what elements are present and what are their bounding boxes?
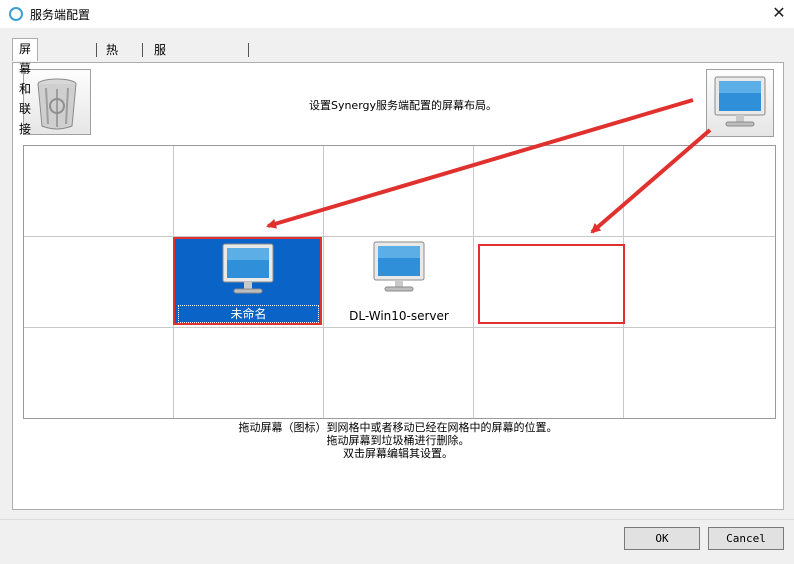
trash-button[interactable]: [23, 69, 91, 135]
instruction-line: 拖动屏幕到垃圾桶进行删除。: [326, 434, 470, 447]
instruction-line: 双击屏幕编辑其设置。: [343, 447, 453, 460]
trash-bin-icon: [37, 78, 77, 130]
screen-name-label: 未命名: [178, 305, 319, 323]
tab-panel: 设置Synergy服务端配置的屏幕布局。 未命名 DL-Win10-server…: [12, 62, 784, 510]
tab-separator: [96, 43, 97, 57]
grid-line: [323, 146, 324, 418]
ok-button[interactable]: OK: [624, 527, 700, 550]
cancel-button[interactable]: Cancel: [708, 527, 784, 550]
close-icon[interactable]: ✕: [766, 2, 792, 26]
grid-line: [24, 236, 775, 237]
layout-hint: 设置Synergy服务端配置的屏幕布局。: [308, 99, 498, 112]
monitor-icon: [714, 76, 766, 127]
monitor-icon: [222, 243, 274, 294]
app-icon: [9, 7, 23, 21]
drop-target-highlight: [478, 244, 625, 324]
screen-unnamed[interactable]: 未命名: [173, 237, 322, 325]
instructions: 拖动屏幕（图标）到网格中或者移动已经在网格中的屏幕的位置。 拖动屏幕到垃圾桶进行…: [13, 421, 783, 460]
screen-name-label: DL-Win10-server: [349, 309, 449, 323]
tab-screens-and-links[interactable]: 屏幕和联接: [12, 38, 39, 136]
tab-hotkeys[interactable]: 热键: [100, 40, 124, 77]
title-bar: 服务端配置 ✕: [0, 0, 794, 28]
grid-line: [473, 146, 474, 418]
screen-layout-grid[interactable]: 未命名 DL-Win10-server: [23, 145, 776, 419]
screen-dl-win10-server[interactable]: DL-Win10-server: [325, 239, 473, 327]
new-screen-button[interactable]: [706, 69, 774, 137]
monitor-icon: [373, 241, 425, 292]
tab-separator: [248, 43, 249, 57]
grid-line: [24, 327, 775, 328]
tab-server-advanced[interactable]: 服务端高级设置: [148, 40, 172, 177]
button-bar-separator: [0, 519, 794, 520]
tab-separator: [142, 43, 143, 57]
dialog-client: 屏幕和联接 热键 服务端高级设置 设置Synergy服务端配置的屏幕布局。: [0, 28, 794, 564]
window-title: 服务端配置: [30, 8, 91, 22]
instruction-line: 拖动屏幕（图标）到网格中或者移动已经在网格中的屏幕的位置。: [238, 421, 558, 434]
